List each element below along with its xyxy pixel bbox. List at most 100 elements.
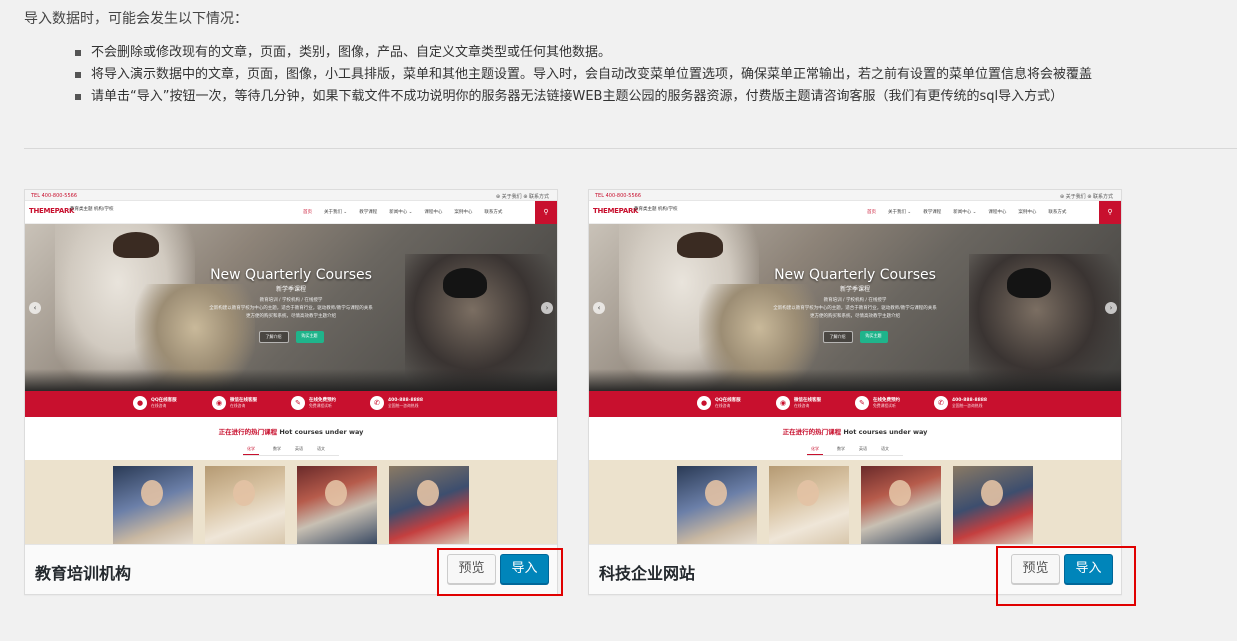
feature-sub: 免费课程试听: [873, 403, 896, 408]
highlight-box: [437, 548, 563, 596]
hero-line: 教育培训 / 学校机构 / 在线授学: [823, 298, 887, 303]
highlight-box: [996, 546, 1136, 606]
section-title-en: Hot courses under way: [843, 428, 928, 436]
preview-topbar: TEL 400-800-5566 ⊕ 关于我们 ⊕ 联系方式: [25, 190, 557, 201]
preview-top-links: ⊕ 关于我们 ⊕ 联系方式: [495, 194, 549, 200]
course-thumbnail: [861, 466, 941, 544]
preview-topbar: TEL 400-800-5566 ⊕ 关于我们 ⊕ 联系方式: [589, 190, 1121, 201]
course-thumbnail: [205, 466, 285, 544]
feature-title: QQ在线客服: [715, 397, 741, 403]
preview-nav-item: 新闻中心 ⌄: [389, 210, 413, 215]
preview-nav-item: 关于我们 ⌄: [324, 210, 348, 215]
chevron-right-icon: ›: [541, 302, 553, 314]
hero-button-learn: 了解介绍: [258, 331, 289, 343]
preview-logo: THEMEPARK: [593, 207, 639, 215]
hero-photo-detail: [113, 232, 159, 258]
preview-nav-item: 关于我们 ⌄: [888, 210, 912, 215]
preview-navbar: THEMEPARK 教育类主题 机构/学校 首页 关于我们 ⌄ 教学课程 新闻中…: [589, 201, 1121, 224]
hero-line: 全新构建以教育学校为中心的主题，适合于教育行业，驱动教师/教学与课程的关系: [773, 306, 937, 311]
preview-navbar: THEMEPARK 教育类主题 机构/学校 首页 关于我们 ⌄ 教学课程 新闻中…: [25, 201, 557, 224]
course-tab: 英语: [295, 446, 303, 451]
preview-nav-item: 联系方式: [1048, 210, 1067, 215]
preview-feature-bar: ● QQ在线客服 在线咨询 ◉ 微信在线客服 在线咨询 ✎ 在线免费预约 免费课程试听…: [25, 391, 557, 417]
preview-tel: TEL 400-800-5566: [31, 193, 78, 199]
hero-title: New Quarterly Courses: [210, 267, 372, 283]
course-tab: 数学: [837, 446, 845, 451]
preview-logo: THEMEPARK: [29, 207, 75, 215]
preview-nav: 首页 关于我们 ⌄ 教学课程 新闻中心 ⌄ 课程中心 案例中心 联系方式: [867, 209, 1066, 215]
preview-nav-item: 教学课程: [923, 210, 942, 215]
course-tab: 数学: [273, 446, 281, 451]
hero-photo-detail: [677, 232, 723, 258]
feature-title: 在线免费预约: [309, 397, 336, 403]
thumbnail-face: [889, 480, 911, 506]
preview-logo-sub: 教育类主题 机构/学校: [634, 207, 678, 212]
hero-buttons: 了解介绍 购买主题: [589, 331, 1121, 343]
course-thumbnail: [389, 466, 469, 544]
hero-subtitle: 新学季课程: [275, 286, 306, 293]
demo-card-tech: TEL 400-800-5566 ⊕ 关于我们 ⊕ 联系方式 THEMEPARK…: [588, 189, 1122, 595]
feature-item: ✆ 400-888-8888 全国统一咨询热线: [370, 396, 423, 410]
phone-icon: ✆: [370, 396, 384, 410]
notice-item: 将导入演示数据中的文章，页面，图像，小工具排版，菜单和其他主题设置。导入时，会自…: [75, 64, 1092, 86]
chevron-left-icon: ‹: [593, 302, 605, 314]
chevron-left-icon: ‹: [29, 302, 41, 314]
hero-line: 全新构建以教育学校为中心的主题，适合于教育行业，驱动教师/教学与课程的关系: [209, 306, 373, 311]
course-thumbnail: [297, 466, 377, 544]
preview-hero: New Quarterly Courses 新学季课程 教育培训 / 学校机构 …: [25, 224, 557, 391]
course-tab: 语文: [881, 446, 889, 451]
preview-nav-item: 课程中心: [424, 210, 443, 215]
preview-nav-item: 课程中心: [988, 210, 1007, 215]
preview-logo-sub: 教育类主题 机构/学校: [70, 207, 114, 212]
hero-line: 更方便的购买和系统，尽情高效教学主题介绍: [810, 314, 900, 319]
feature-title: 微信在线客服: [230, 397, 257, 403]
preview-nav-item: 教学课程: [359, 210, 378, 215]
feature-title: 400-888-8888: [388, 397, 424, 403]
section-title: 正在进行的热门课程 Hot courses under way: [25, 426, 557, 436]
thumbnail-face: [981, 480, 1003, 506]
course-tab: 英语: [859, 446, 867, 451]
feature-sub: 在线咨询: [151, 403, 167, 408]
hero-button-buy: 购买主题: [859, 331, 888, 343]
demo-card-education: TEL 400-800-5566 ⊕ 关于我们 ⊕ 联系方式 THEMEPARK…: [24, 189, 558, 595]
preview-top-links: ⊕ 关于我们 ⊕ 联系方式: [1059, 194, 1113, 200]
course-strip: [589, 460, 1121, 544]
preview-nav-item: 联系方式: [484, 210, 503, 215]
notice-item: 请单击“导入”按钮一次，等待几分钟，如果下载文件不成功说明你的服务器无法链接WE…: [75, 86, 1092, 108]
course-tab: 语文: [317, 446, 325, 451]
thumbnail-face: [325, 480, 347, 506]
feature-item: ● QQ在线客服 在线咨询: [133, 396, 177, 410]
intro-text: 导入数据时，可能会发生以下情况：: [24, 11, 248, 27]
hero-line: 更方便的购买和系统，尽情高效教学主题介绍: [246, 314, 336, 319]
search-icon: ⚲: [1099, 201, 1121, 224]
wechat-icon: ◉: [776, 396, 790, 410]
demo-screenshot: TEL 400-800-5566 ⊕ 关于我们 ⊕ 联系方式 THEMEPARK…: [589, 190, 1121, 544]
wechat-icon: ◉: [212, 396, 226, 410]
course-tabs: 化学 数学 英语 语文: [807, 446, 889, 455]
hero-button-learn: 了解介绍: [822, 331, 853, 343]
feature-sub: 全国统一咨询热线: [952, 403, 983, 408]
tab-underline: [807, 455, 903, 456]
course-tabs: 化学 数学 英语 语文: [243, 446, 325, 455]
feature-title: QQ在线客服: [151, 397, 177, 403]
preview-nav-item: 案例中心: [1018, 210, 1037, 215]
chevron-right-icon: ›: [1105, 302, 1117, 314]
hero-button-buy: 购买主题: [295, 331, 324, 343]
qq-icon: ●: [133, 396, 147, 410]
preview-tel: TEL 400-800-5566: [595, 193, 642, 199]
course-strip: [25, 460, 557, 544]
course-thumbnail: [953, 466, 1033, 544]
hero-title: New Quarterly Courses: [774, 267, 936, 283]
feature-item: ✆ 400-888-8888 全国统一咨询热线: [934, 396, 987, 410]
feature-title: 微信在线客服: [794, 397, 821, 403]
demo-name: 教育培训机构: [35, 564, 132, 583]
feature-item: ◉ 微信在线客服 在线咨询: [212, 396, 257, 410]
section-title: 正在进行的热门课程 Hot courses under way: [589, 426, 1121, 436]
feature-item: ✎ 在线免费预约 免费课程试听: [855, 396, 900, 410]
pen-icon: ✎: [855, 396, 869, 410]
tab-underline: [243, 455, 339, 456]
feature-sub: 在线咨询: [715, 403, 731, 408]
course-tab: 化学: [807, 446, 823, 455]
hero-buttons: 了解介绍 购买主题: [25, 331, 557, 343]
demo-screenshot: TEL 400-800-5566 ⊕ 关于我们 ⊕ 联系方式 THEMEPARK…: [25, 190, 557, 544]
